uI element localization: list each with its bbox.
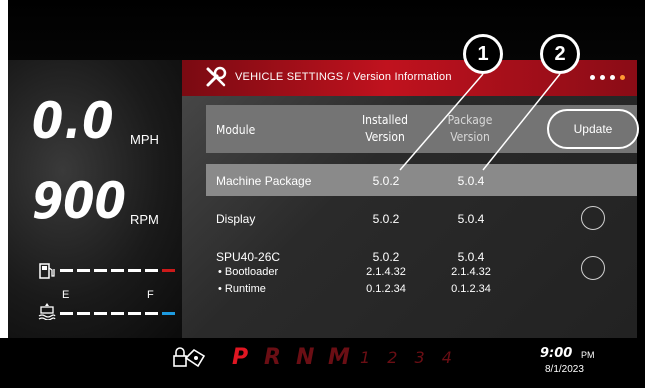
water-segment	[60, 312, 73, 315]
callout-2: 2	[540, 34, 580, 74]
installed-version: 0.1.2.34	[366, 283, 406, 295]
package-version: 2.1.4.32	[451, 266, 491, 278]
fuel-segment	[128, 269, 141, 272]
version-panel	[182, 60, 637, 338]
gear-park: P	[232, 345, 249, 370]
full-label: F	[147, 289, 154, 301]
empty-label: E	[62, 289, 70, 301]
fuel-segment	[94, 269, 107, 272]
fuel-segment	[60, 269, 73, 272]
update-button[interactable]: Update	[547, 109, 639, 149]
callout-1: 1	[463, 34, 503, 74]
package-version: 5.0.4	[457, 250, 485, 264]
rpm-value: 900	[32, 172, 126, 230]
fuel-segment	[145, 269, 158, 272]
page-dot-active[interactable]	[620, 75, 625, 80]
water-segment	[111, 312, 124, 315]
water-segment	[77, 312, 90, 315]
gear-manual: M	[328, 345, 350, 370]
page-title: VEHICLE SETTINGS / Version Information	[235, 71, 452, 83]
package-version: 5.0.4	[457, 212, 485, 226]
water-segment	[128, 312, 141, 315]
fuel-segment	[111, 269, 124, 272]
gear-reverse: R	[264, 345, 281, 370]
header-package-line2: Version	[450, 130, 490, 144]
wrench-screwdriver-icon	[206, 66, 227, 87]
installed-version: 5.0.2	[372, 250, 400, 264]
update-select-radio[interactable]	[581, 256, 605, 280]
module-name: SPU40-26C	[216, 250, 281, 264]
water-segment	[145, 312, 158, 315]
speed-value: 0.0	[32, 92, 115, 150]
installed-version: 5.0.2	[372, 174, 400, 188]
page-dot[interactable]	[610, 75, 615, 80]
module-name: Machine Package	[216, 174, 312, 188]
water-segment	[162, 312, 175, 315]
submodule-name: • Bootloader	[218, 266, 279, 278]
page-indicator[interactable]	[590, 75, 625, 80]
fuel-gauge	[60, 269, 175, 273]
update-select-radio[interactable]	[581, 206, 605, 230]
gear-neutral: N	[296, 345, 315, 370]
rpm-unit: RPM	[130, 212, 159, 227]
module-name: Display	[216, 212, 256, 226]
page-dot[interactable]	[600, 75, 605, 80]
header-installed-version: Installed Version	[355, 112, 415, 146]
water-segment	[94, 312, 107, 315]
submodule-name: • Runtime	[218, 283, 266, 295]
clock-date: 8/1/2023	[545, 364, 584, 375]
speed-unit: MPH	[130, 132, 159, 147]
header-installed-line2: Version	[365, 130, 405, 144]
installed-version: 2.1.4.32	[366, 266, 406, 278]
installed-version: 5.0.2	[372, 212, 400, 226]
gear-numbers: 1 2 3 4	[360, 348, 458, 367]
package-version: 5.0.4	[457, 174, 485, 188]
fuel-segment	[77, 269, 90, 272]
clock-time: 9:00	[540, 346, 573, 361]
fuel-segment	[162, 269, 175, 272]
header-package-line1: Package	[447, 113, 493, 127]
header-installed-line1: Installed	[362, 113, 408, 127]
header-module: Module	[216, 123, 256, 137]
fuel-pump-icon	[39, 263, 55, 279]
water-tank-icon	[38, 303, 56, 320]
header-package-version: Package Version	[440, 112, 500, 146]
water-gauge	[60, 312, 175, 316]
clock-ampm: PM	[581, 350, 595, 360]
package-version: 0.1.2.34	[451, 283, 491, 295]
transmission-lock-icon	[173, 347, 206, 368]
page-dot[interactable]	[590, 75, 595, 80]
